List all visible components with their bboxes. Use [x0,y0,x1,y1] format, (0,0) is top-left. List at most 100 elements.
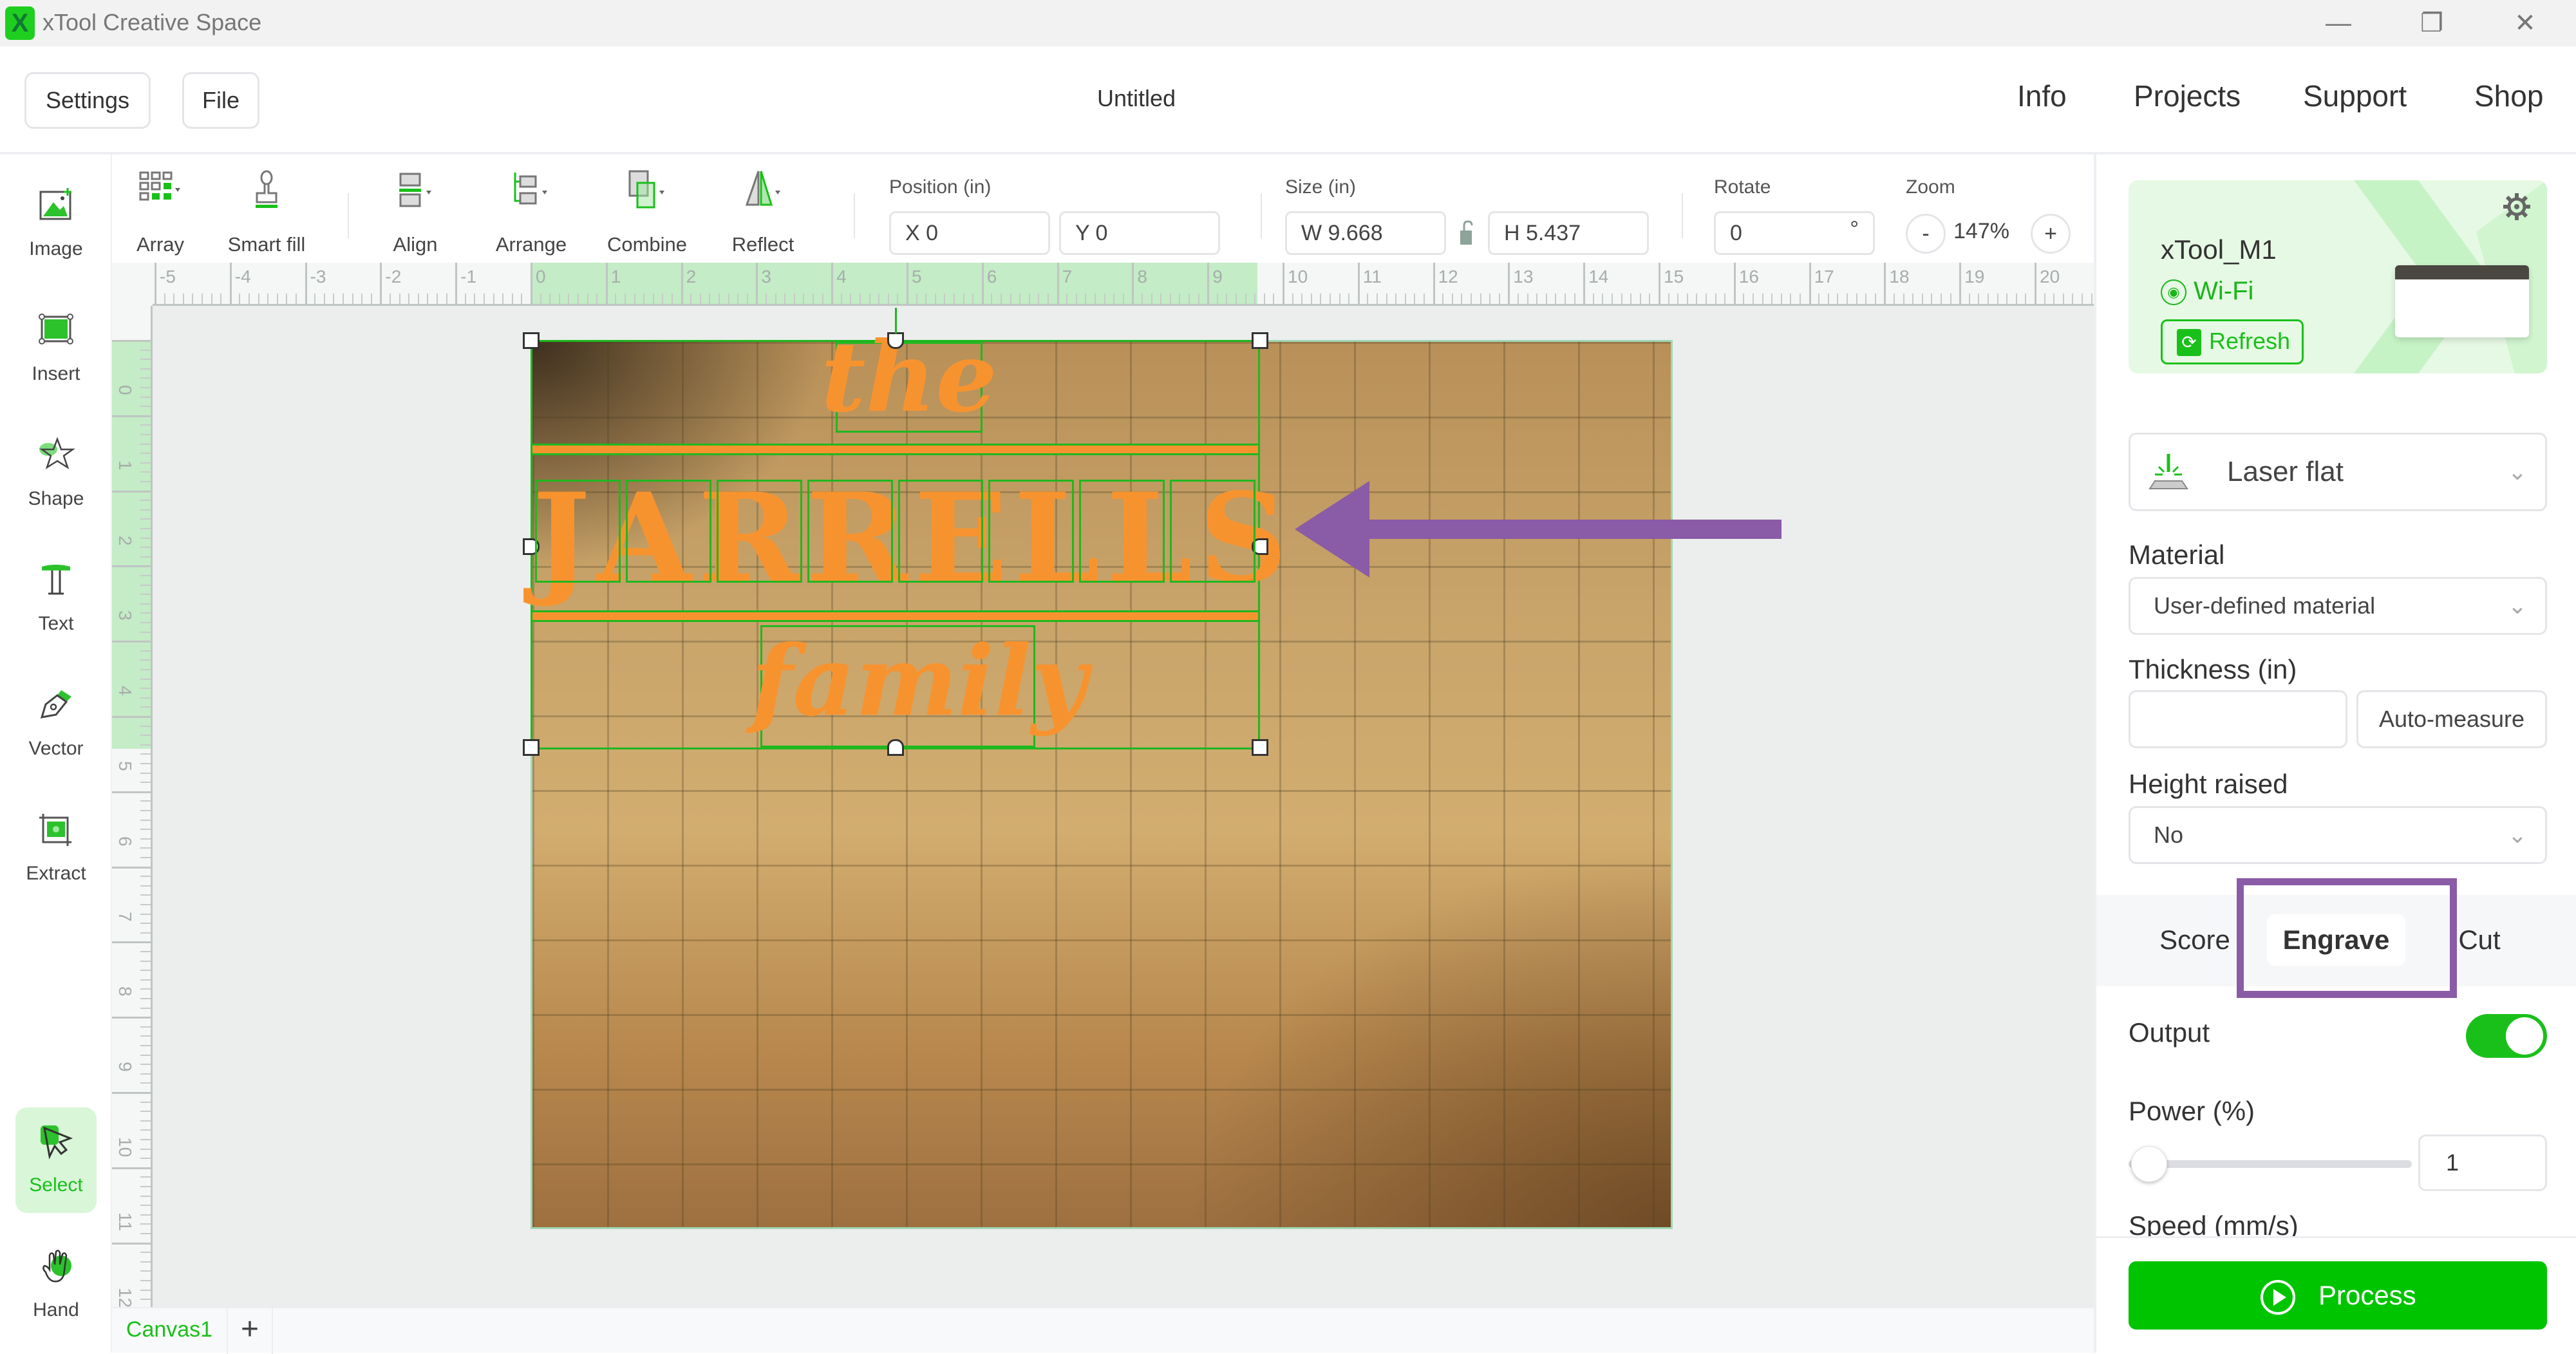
letter-bounding-box [625,480,711,583]
ruler-label: 10 [115,1137,135,1158]
resize-handle-bottom-left[interactable] [523,739,540,756]
rotate-input[interactable]: 0 ° [1714,211,1875,255]
nav-projects[interactable]: Projects [2134,79,2241,113]
tool-text[interactable]: Text [15,546,97,652]
height-raised-value: No [2154,822,2184,848]
ruler-tick-minor [728,294,729,304]
ruler-tick-minor [446,294,447,304]
tab-canvas1[interactable]: Canvas1 [112,1308,228,1354]
tool-insert[interactable]: Insert [15,296,97,402]
ruler-tick-minor [140,434,151,435]
ruler-tick-minor [140,960,151,962]
ruler-tick-minor [878,294,880,304]
select-cursor-icon [41,1125,73,1160]
tool-label: Hand [33,1299,79,1321]
tool-vector[interactable]: Vector [15,671,97,776]
close-button[interactable]: ✕ [2499,5,2551,41]
resize-handle-top[interactable] [887,332,904,349]
device-settings-gear-icon[interactable] [2502,192,2532,221]
processing-type-select[interactable]: Laser flat ⌄ [2129,433,2547,511]
tool-shape[interactable]: Shape [15,421,97,527]
ruler-tick-minor [140,443,151,445]
tool-select[interactable]: Select [15,1107,97,1213]
ruler-tick-minor [1226,294,1228,304]
height-input[interactable]: H 5.437 [1488,211,1649,255]
ruler-tick-minor [1874,294,1876,304]
resize-handle-top-left[interactable] [523,332,540,349]
ruler-tick-minor [869,294,870,304]
zoom-out-button[interactable]: - [1906,214,1946,254]
selected-design-group[interactable]: the JARRELLS family [523,308,1287,756]
tool-label: Text [38,613,74,634]
restore-button[interactable]: ❐ [2406,5,2458,41]
ruler-tick-minor [140,453,151,455]
refresh-button[interactable]: ⟳ Refresh [2161,319,2304,364]
ruler-tick-minor [173,294,175,304]
ruler-tick-minor [399,294,400,304]
position-x-input[interactable]: X 0 [889,211,1050,255]
ruler-tick-minor [140,424,151,426]
ruler-label: 14 [1588,267,1609,287]
resize-handle-top-right[interactable] [1252,332,1268,349]
ruler-tick-major [155,263,156,304]
output-toggle[interactable] [2466,1014,2547,1058]
aspect-lock-icon[interactable] [1458,219,1477,247]
ruler-tick-minor [1818,294,1820,304]
ruler-tick-minor [202,294,203,304]
tool-extract[interactable]: Extract [15,796,97,901]
zoom-in-button[interactable]: + [2031,214,2071,254]
material-select[interactable]: User-defined material ⌄ [2129,577,2547,635]
arrange-button[interactable]: Arrange [483,165,579,261]
decorative-bar-top[interactable] [532,444,1258,455]
tab-cut[interactable]: Cut [2450,914,2508,966]
ruler-tick-minor [549,294,551,304]
smart-fill-button[interactable]: Smart fill [218,165,315,261]
reflect-button[interactable]: Reflect [715,165,811,261]
align-button[interactable]: Align [367,165,464,261]
add-canvas-button[interactable]: + [228,1308,273,1354]
tool-image[interactable]: Image [15,171,97,277]
ruler-tick-minor [2053,294,2055,304]
toolbar-label: Smart fill [227,233,306,256]
nav-info[interactable]: Info [2017,79,2067,113]
power-slider-track[interactable] [2129,1160,2412,1168]
ruler-tick-minor [140,650,151,652]
nav-support[interactable]: Support [2303,79,2407,113]
design-text-the[interactable]: the [816,323,1002,432]
process-button[interactable]: Process [2129,1261,2547,1330]
minimize-button[interactable]: — [2313,5,2364,41]
auto-measure-button[interactable]: Auto-measure [2356,690,2547,748]
annotation-arrow-icon [1295,481,1782,578]
resize-handle-bottom-right[interactable] [1252,739,1268,756]
design-canvas[interactable]: the JARRELLS family [153,306,2094,1307]
position-y-input[interactable]: Y 0 [1059,211,1220,255]
ruler-tick-minor [140,584,151,586]
toolbar-label: Arrange [495,233,567,256]
ruler-tick-minor [2062,294,2064,304]
ruler-tick-minor [140,594,151,596]
design-text-family[interactable]: family [751,620,1087,742]
ruler-tick-minor [625,294,626,304]
ruler-tick-minor [1771,294,1773,304]
array-button[interactable]: Array [112,165,209,261]
ruler-tick-minor [521,294,523,304]
file-button[interactable]: File [182,72,259,129]
combine-button[interactable]: Combine [599,165,695,261]
tool-hand[interactable]: Hand [15,1232,97,1338]
ruler-tick-minor [140,518,151,520]
tab-score[interactable]: Score [2153,914,2237,966]
thickness-input[interactable] [2129,690,2347,748]
settings-button[interactable]: Settings [24,72,151,129]
ruler-tick-minor [1903,294,1904,304]
ruler-tick-minor [474,294,476,304]
ruler-tick-minor [370,294,372,304]
resize-handle-bottom[interactable] [887,739,904,756]
rotate-handle-line[interactable] [895,308,897,334]
nav-shop[interactable]: Shop [2474,79,2543,113]
power-slider-handle[interactable] [2130,1146,2167,1182]
output-label: Output [2129,1017,2210,1048]
height-raised-select[interactable]: No ⌄ [2129,806,2547,864]
power-input[interactable]: 1 [2418,1134,2547,1191]
width-input[interactable]: W 9.668 [1285,211,1446,255]
ruler-tick-minor [699,294,701,304]
